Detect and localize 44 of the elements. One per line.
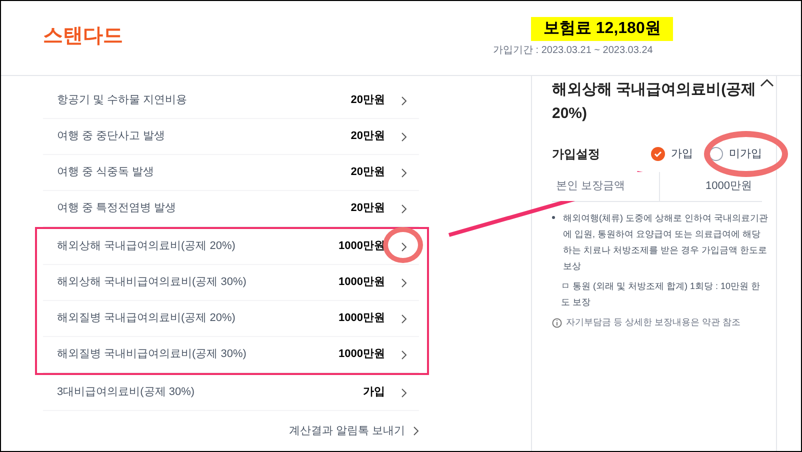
info-icon [552,318,562,328]
coverage-label: 여행 중 특정전염병 발생 [56,201,178,216]
send-result-link[interactable]: 계산결과 알림톡 보내기 [288,423,419,440]
amount-value: 1000만원 [704,179,753,194]
chevron-right-icon [413,426,419,436]
collapse-icon[interactable] [760,78,774,87]
chevron-right-icon[interactable] [401,388,407,398]
coverage-note: ㅁ 통원 (외래 및 처방조제 합계) 1회당 : 10만원 한도 보장 [560,280,762,309]
coverage-amount: 20만원 [350,201,385,216]
coverage-label: 3대비급여의료비(공제 30%) [56,385,196,400]
bullet-icon [552,216,555,219]
chevron-right-icon[interactable] [401,350,407,360]
coverage-label: 해외질병 국내비급여의료비(공제 30%) [56,347,248,362]
radio-option[interactable]: 미가입 [709,146,762,162]
coverage-amount: 가입 [363,385,385,400]
radio-option[interactable]: 가입 [651,146,693,162]
coverage-label: 항공기 및 수하물 지연비용 [56,93,188,108]
coverage-amount: 1000만원 [338,347,385,362]
circle-annotation [383,227,423,263]
coverage-amount: 20만원 [350,93,385,108]
coverage-label: 해외질병 국내급여의료비(공제 20%) [56,311,236,326]
coverage-amount: 1000만원 [338,311,385,326]
setting-label: 가입설정 [552,146,601,163]
chevron-right-icon[interactable] [401,204,407,214]
coverage-period: 가입기간 : 2023.03.21 ~ 2023.03.24 [493,44,653,58]
chevron-right-icon[interactable] [401,278,407,288]
coverage-description: 해외여행(체류) 도중에 상해로 인하여 국내의료기관에 입원, 통원하여 요양급여 또는 의료급여에 해당하는 치료나 처방조제를 받은 경우 가입금액 한도로 보상 [563,212,768,273]
chevron-right-icon[interactable] [401,314,407,324]
coverage-amount: 20만원 [350,165,385,180]
chevron-right-icon[interactable] [401,168,407,178]
info-text: 자기부담금 등 상세한 보장내용은 약관 참조 [566,316,741,329]
chevron-right-icon[interactable] [401,132,407,142]
premium-amount: 보험료 12,180원 [531,17,673,41]
coverage-amount: 20만원 [350,129,385,144]
check-icon [654,151,662,157]
detail-title: 해외상해 국내급여의료비(공제 20%) [552,80,758,124]
chevron-right-icon[interactable] [401,242,407,252]
coverage-amount: 1000만원 [338,275,385,290]
plan-name: 스탠다드 [43,24,123,49]
coverage-label: 해외상해 국내급여의료비(공제 20%) [56,239,236,254]
chevron-right-icon[interactable] [401,96,407,106]
coverage-label: 여행 중 중단사고 발생 [56,129,166,144]
coverage-label: 여행 중 식중독 발생 [56,165,156,180]
coverage-label: 해외상해 국내비급여의료비(공제 30%) [56,275,248,290]
